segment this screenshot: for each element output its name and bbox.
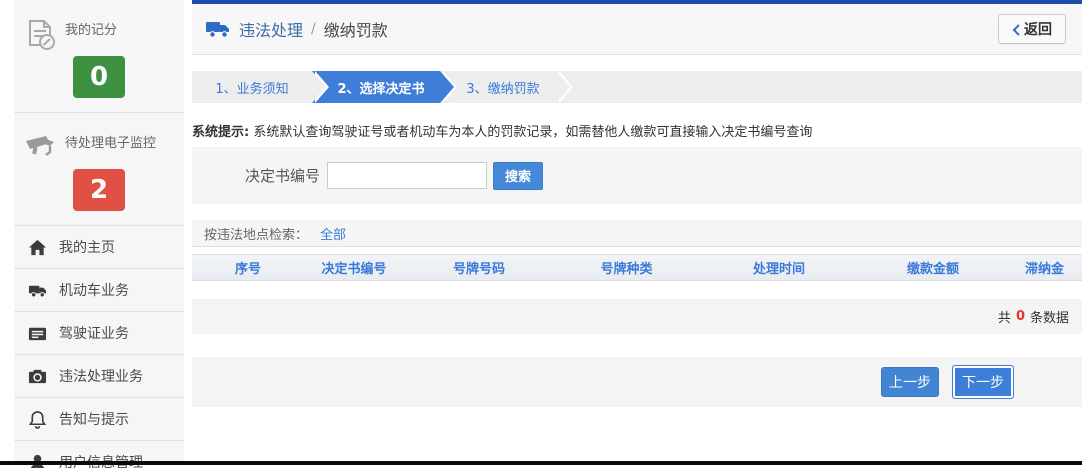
step-tab-pay-fine[interactable]: 3、缴纳罚款	[440, 71, 573, 103]
sidebar-item-label: 用户信息管理	[59, 452, 143, 468]
main-panel: 违法处理 / 缴纳罚款 返回 1、业务须知 2、选择决定书 3、缴纳罚款 系统提…	[192, 0, 1082, 461]
sidebar-item-notice[interactable]: 告知与提示	[14, 398, 184, 441]
sidebar-item-violation[interactable]: 违法处理业务	[14, 355, 184, 398]
step-label: 3、缴纳罚款	[466, 81, 540, 97]
sidebar-item-vehicle[interactable]: 机动车业务	[14, 269, 184, 312]
next-step-button[interactable]: 下一步	[952, 365, 1014, 399]
cctv-camera-icon	[22, 129, 58, 165]
step-tab-notice[interactable]: 1、业务须知	[192, 71, 329, 103]
sidebar: 我的记分 0 待处理电子监控 2 我的主页 机动车业务 驾驶证业务 违法处理业务…	[14, 0, 184, 468]
column-header-plate-type: 号牌种类	[600, 262, 653, 277]
search-button[interactable]: 搜索	[493, 161, 544, 190]
monitor-badge[interactable]: 2	[73, 169, 125, 211]
decision-number-input[interactable]	[327, 162, 488, 189]
wizard-button-bar: 上一步 下一步	[192, 357, 1082, 407]
decision-number-label: 决定书编号	[245, 167, 321, 185]
record-count: 0	[1015, 309, 1025, 324]
truck-icon	[28, 281, 47, 300]
sidebar-item-label: 我的主页	[59, 240, 115, 256]
sidebar-item-label: 违法处理业务	[59, 369, 143, 385]
step-label: 2、选择决定书	[337, 81, 425, 97]
main-header: 违法处理 / 缴纳罚款 返回	[192, 4, 1082, 55]
score-document-icon	[22, 16, 58, 52]
truck-icon	[206, 19, 230, 39]
monitor-label: 待处理电子监控	[65, 136, 157, 151]
sidebar-item-label: 机动车业务	[59, 283, 129, 299]
location-filter-label: 按违法地点检索：	[204, 227, 309, 243]
results-summary: 共 0 条数据	[192, 299, 1082, 334]
breadcrumb-current: 缴纳罚款	[323, 21, 388, 40]
system-notice: 系统提示: 系统默认查询驾驶证号或者机动车为本人的罚款记录，如需替他人缴款可直接…	[192, 121, 1082, 140]
column-header-process-time: 处理时间	[752, 262, 805, 277]
sidebar-item-license[interactable]: 驾驶证业务	[14, 312, 184, 355]
previous-step-button[interactable]: 上一步	[881, 367, 939, 397]
breadcrumb-separator: /	[311, 21, 316, 37]
back-button[interactable]: 返回	[998, 14, 1066, 44]
location-filter-row: 按违法地点检索： 全部	[192, 220, 1082, 247]
step-wizard: 1、业务须知 2、选择决定书 3、缴纳罚款	[192, 71, 1082, 103]
column-header-index: 序号	[234, 262, 261, 277]
column-header-payment-amount: 缴款金额	[906, 262, 959, 277]
system-notice-prefix: 系统提示:	[192, 125, 250, 140]
column-header-plate-number: 号牌号码	[452, 262, 505, 277]
column-header-decision-number: 决定书编号	[321, 262, 387, 277]
violation-payment-page: 我的记分 0 待处理电子监控 2 我的主页 机动车业务 驾驶证业务 违法处理业务…	[0, 0, 1082, 468]
sidebar-item-label: 告知与提示	[59, 412, 129, 428]
system-notice-text: 系统默认查询驾驶证号或者机动车为本人的罚款记录，如需替他人缴款可直接输入决定书编…	[249, 125, 813, 140]
home-icon	[28, 238, 47, 257]
column-header-late-fee: 滞纳金	[1024, 262, 1064, 277]
sidebar-section-monitor: 待处理电子监控 2	[14, 113, 184, 226]
step-bar-filler	[556, 71, 1082, 103]
bottom-divider	[0, 461, 1082, 465]
step-tab-select-decision[interactable]: 2、选择决定书	[312, 71, 457, 103]
sidebar-item-home[interactable]: 我的主页	[14, 226, 184, 269]
summary-prefix: 共	[997, 311, 1011, 326]
camera-icon	[28, 367, 47, 386]
score-badge[interactable]: 0	[73, 56, 125, 98]
card-icon	[28, 324, 47, 343]
step-label: 1、业务须知	[215, 81, 289, 97]
back-button-label: 返回	[1024, 21, 1052, 37]
score-label: 我的记分	[65, 23, 118, 38]
location-filter-all-link[interactable]: 全部	[320, 224, 346, 243]
sidebar-item-label: 驾驶证业务	[59, 326, 129, 342]
decision-search-form: 决定书编号 搜索	[192, 147, 1082, 204]
results-table-header: 序号 决定书编号 号牌号码 号牌种类 处理时间 缴款金额 滞纳金	[192, 254, 1082, 281]
breadcrumb-section: 违法处理	[239, 21, 304, 40]
summary-suffix: 条数据	[1029, 311, 1069, 326]
chevron-left-icon	[1012, 23, 1020, 36]
sidebar-section-score: 我的记分 0	[14, 0, 184, 113]
bell-icon	[28, 410, 47, 429]
